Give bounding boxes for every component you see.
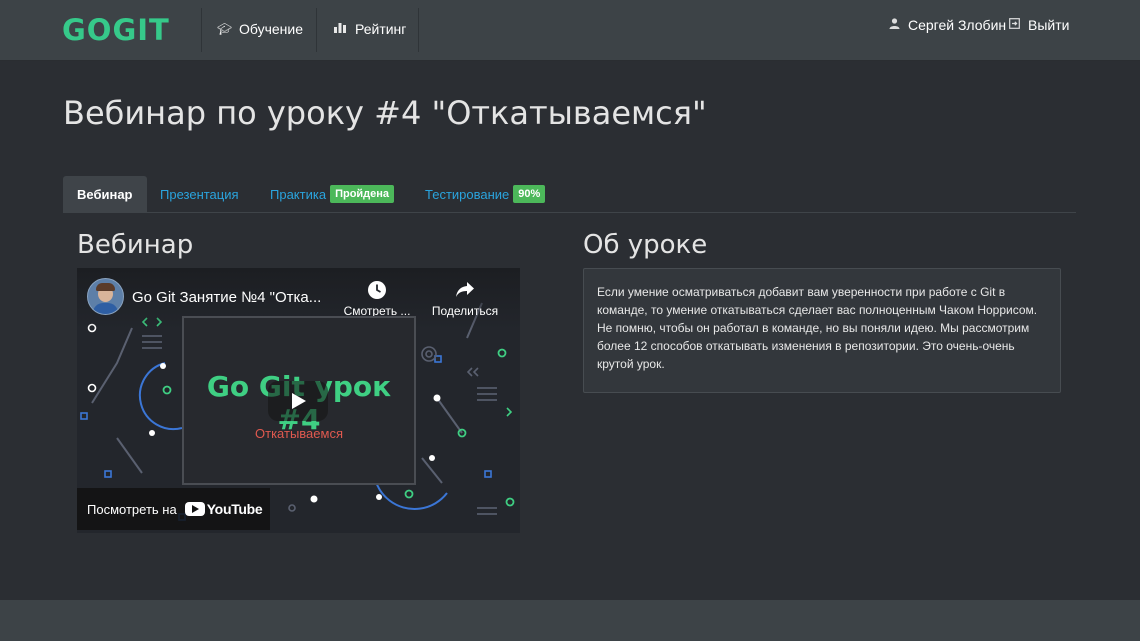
nav-item-label: Обучение	[239, 21, 303, 37]
brand-text: GOGIT	[62, 13, 170, 47]
tab-presentation[interactable]: Презентация	[160, 176, 239, 212]
navbar: GOGIT 🎓︎ Обучение Рейтинг Сергей Злобин …	[0, 0, 1140, 61]
about-heading: Об уроке	[583, 230, 707, 260]
user-name: Сергей Злобин	[908, 17, 1006, 33]
brand-logo[interactable]: GOGIT	[62, 14, 170, 46]
logout-link[interactable]: Выйти	[1009, 0, 1069, 50]
share-icon	[425, 280, 505, 302]
watch-on-youtube-button[interactable]: Посмотреть на YouTube	[77, 488, 270, 530]
tab-practice[interactable]: Практика Пройдена	[270, 176, 394, 212]
youtube-play-icon	[185, 502, 205, 516]
tab-label: Практика	[270, 187, 326, 202]
bar-chart-icon	[333, 22, 347, 36]
youtube-wordmark: YouTube	[207, 501, 263, 517]
youtube-logo: YouTube	[185, 501, 263, 517]
nav-item-rating[interactable]: Рейтинг	[333, 0, 406, 58]
share-label: Поделиться	[432, 304, 498, 318]
about-text: Если умение осматриваться добавит вам ув…	[597, 283, 1047, 373]
nav-item-learning[interactable]: 🎓︎ Обучение	[217, 0, 303, 58]
video-player[interactable]: Go Git Занятие №4 "Отка... Смотреть ... …	[77, 268, 520, 533]
nav-divider	[316, 8, 317, 52]
webinar-heading: Вебинар	[77, 230, 193, 260]
nav-divider	[418, 8, 419, 52]
graduation-cap-icon: 🎓︎	[217, 22, 231, 36]
status-badge: Пройдена	[330, 185, 394, 203]
nav-divider	[201, 8, 202, 52]
tab-label: Тестирование	[425, 187, 509, 202]
tab-testing[interactable]: Тестирование 90%	[425, 176, 545, 212]
watch-on-label: Посмотреть на	[87, 502, 177, 517]
share-button[interactable]: Поделиться	[425, 280, 505, 318]
tab-label: Вебинар	[77, 187, 133, 202]
thumbnail-subtitle: Откатываемся	[184, 426, 414, 441]
about-panel: Если умение осматриваться добавит вам ув…	[583, 268, 1061, 393]
score-badge: 90%	[513, 185, 545, 203]
watch-later-button[interactable]: Смотреть ...	[337, 280, 417, 318]
video-title[interactable]: Go Git Занятие №4 "Отка...	[132, 289, 321, 306]
play-icon	[292, 393, 306, 409]
user-icon	[889, 18, 900, 32]
tab-webinar[interactable]: Вебинар	[63, 176, 147, 212]
clock-icon	[337, 280, 417, 302]
logout-icon	[1009, 18, 1020, 32]
footer	[0, 600, 1140, 641]
logout-label: Выйти	[1028, 17, 1069, 33]
lesson-tabs: Вебинар Презентация Практика Пройдена Те…	[63, 176, 1076, 213]
play-button[interactable]	[268, 381, 328, 421]
page-title: Вебинар по уроку #4 "Откатываемся"	[63, 94, 707, 132]
user-menu[interactable]: Сергей Злобин	[889, 0, 1006, 50]
tab-label: Презентация	[160, 187, 239, 202]
channel-avatar[interactable]	[87, 278, 124, 315]
nav-item-label: Рейтинг	[355, 21, 406, 37]
